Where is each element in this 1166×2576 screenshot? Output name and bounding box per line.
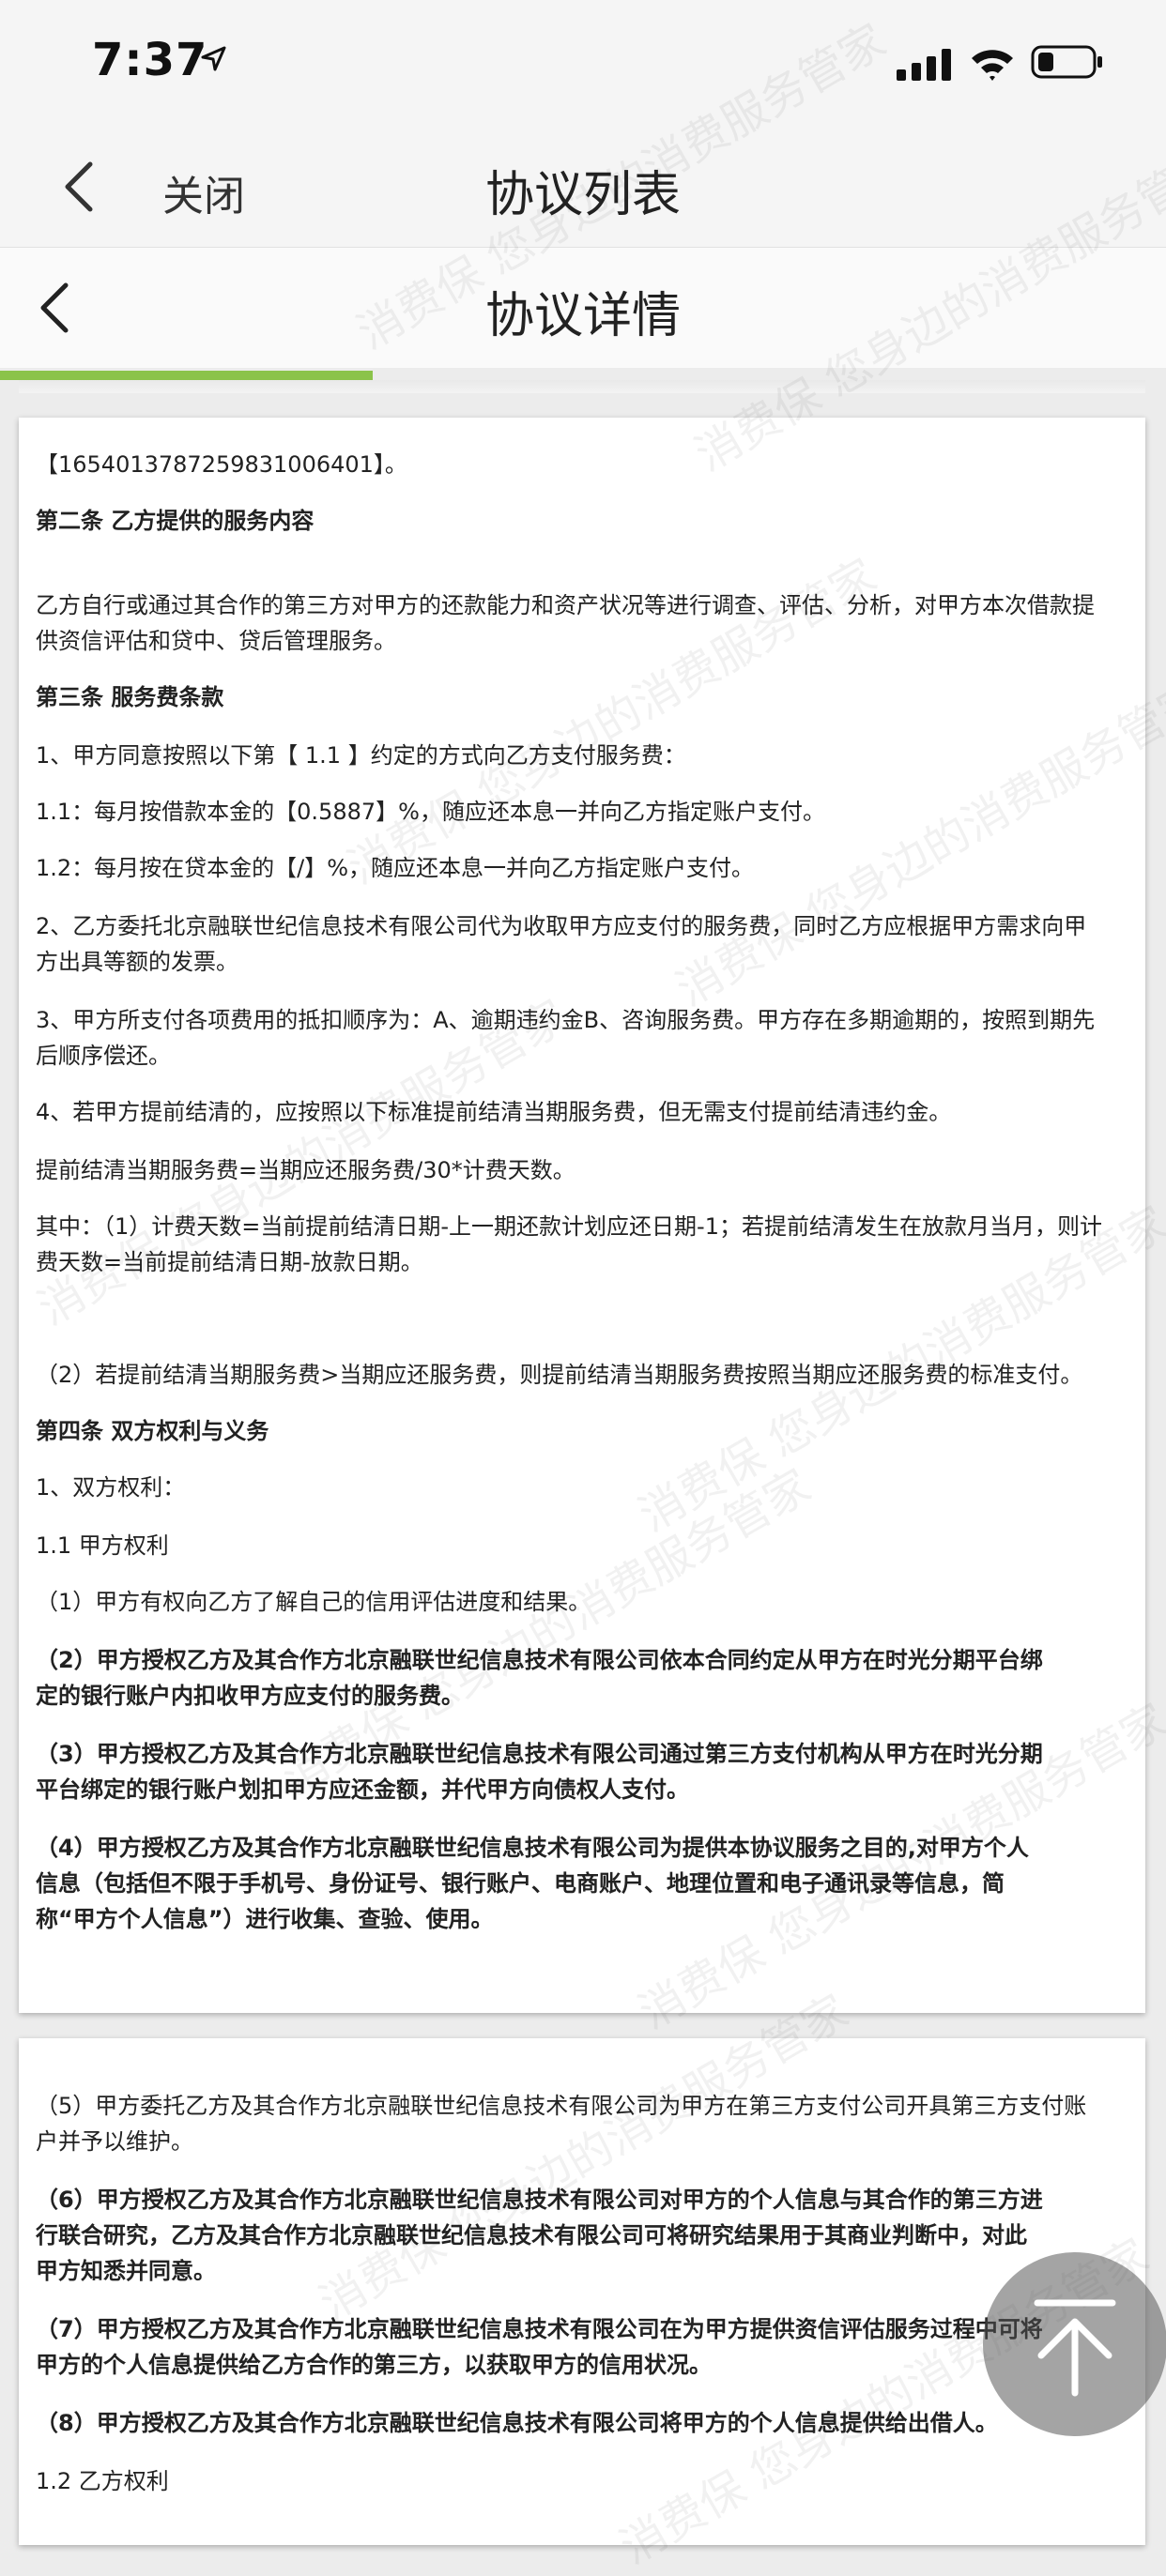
- agreement-line: 其中：（1）计费天数=当前提前结清日期-上一期还款计划应还日期-1；若提前结清发…: [36, 1213, 1102, 1240]
- status-bar: 7:37: [0, 0, 1166, 127]
- agreement-line: 1.1：每月按借款本金的【0.5887】%，随应还本息一并向乙方指定账户支付。: [36, 799, 825, 825]
- detail-nav-bar: 协议详情: [0, 248, 1166, 368]
- agreement-line: 2、乙方委托北京融联世纪信息技术有限公司代为收取甲方应支付的服务费，同时乙方应根…: [36, 913, 1087, 939]
- agreement-line: 信息（包括但不限于手机号、身份证号、银行账户、电商账户、地理位置和电子通讯录等信…: [36, 1870, 1005, 1897]
- loading-progress-bar: [0, 371, 374, 380]
- agreement-line: 平台绑定的银行账户划扣甲方应还金额，并代甲方向债权人支付。: [36, 1776, 689, 1803]
- agreement-line: 费天数=当前提前结清日期-放款日期。: [36, 1249, 423, 1275]
- agreement-line: 第四条 双方权利与义务: [36, 1418, 269, 1444]
- agreement-line: 1.1 甲方权利: [36, 1532, 169, 1559]
- agreement-line: 乙方自行或通过其合作的第三方对甲方的还款能力和资产状况等进行调查、评估、分析，对…: [36, 592, 1095, 618]
- battery-icon: [1031, 45, 1102, 79]
- top-nav-bar: 关闭 协议列表: [0, 127, 1166, 248]
- agreement-line: 1.2 乙方权利: [36, 2468, 169, 2494]
- agreement-line: 户并予以维护。: [36, 2128, 193, 2155]
- agreement-line: （6）甲方授权乙方及其合作方北京融联世纪信息技术有限公司对甲方的个人信息与其合作…: [36, 2187, 1043, 2213]
- cellular-signal-icon: [897, 49, 951, 81]
- agreement-line: 甲方知悉并同意。: [36, 2258, 216, 2284]
- agreement-line: （2）甲方授权乙方及其合作方北京融联世纪信息技术有限公司依本合同约定从甲方在时光…: [36, 1647, 1043, 1673]
- agreement-line: （7）甲方授权乙方及其合作方北京融联世纪信息技术有限公司在为甲方提供资信评估服务…: [36, 2316, 1043, 2342]
- agreement-line: 方出具等额的发票。: [36, 949, 238, 975]
- status-time: 7:37: [92, 34, 208, 86]
- agreement-line: 【1654013787259831006401】。: [36, 451, 407, 478]
- agreement-line: 1、双方权利：: [36, 1474, 186, 1501]
- agreement-line: 第三条 服务费条款: [36, 684, 224, 710]
- scroll-to-top-button[interactable]: [983, 2252, 1166, 2436]
- agreement-line: （5）甲方委托乙方及其合作方北京融联世纪信息技术有限公司为甲方在第三方支付公司开…: [36, 2093, 1087, 2119]
- agreement-line: 行联合研究，乙方及其合作方北京融联世纪信息技术有限公司可将研究结果用于其商业判断…: [36, 2222, 1027, 2248]
- agreement-line: 定的银行账户内扣收甲方应支付的服务费。: [36, 1683, 464, 1709]
- agreement-line: 4、若甲方提前结清的，应按照以下标准提前结清当期服务费，但无需支付提前结清违约金…: [36, 1099, 952, 1125]
- previous-page-edge: [19, 380, 1145, 393]
- agreement-line: 3、甲方所支付各项费用的抵扣顺序为：A、逾期违约金B、咨询服务费。甲方存在多期逾…: [36, 1007, 1096, 1033]
- agreement-page-2: （5）甲方委托乙方及其合作方北京融联世纪信息技术有限公司为甲方在第三方支付公司开…: [19, 2038, 1145, 2545]
- agreement-line: 称“甲方个人信息”）进行收集、查验、使用。: [36, 1906, 494, 1932]
- agreement-line: 第二条 乙方提供的服务内容: [36, 508, 315, 534]
- agreement-line: 甲方的个人信息提供给乙方合作的第三方，以获取甲方的信用状况。: [36, 2352, 712, 2378]
- location-arrow-icon: [201, 46, 226, 71]
- arrow-up-icon: [1034, 2299, 1116, 2397]
- agreement-line: 提前结清当期服务费=当期应还服务费/30*计费天数。: [36, 1157, 575, 1183]
- agreement-line: 1、甲方同意按照以下第【 1.1 】约定的方式向乙方支付服务费：: [36, 742, 686, 769]
- agreement-line: （8）甲方授权乙方及其合作方北京融联世纪信息技术有限公司将甲方的个人信息提供给出…: [36, 2410, 998, 2436]
- agreement-line: 1.2：每月按在贷本金的【/】%，随应还本息一并向乙方指定账户支付。: [36, 855, 755, 881]
- detail-title: 协议详情: [484, 288, 681, 344]
- agreement-line: （4）甲方授权乙方及其合作方北京融联世纪信息技术有限公司为提供本协议服务之目的,…: [36, 1835, 1029, 1861]
- agreement-page-1: 【1654013787259831006401】。 第二条 乙方提供的服务内容乙方…: [19, 418, 1145, 2013]
- back-chevron-icon[interactable]: [56, 159, 103, 215]
- agreement-line: 后顺序偿还。: [36, 1043, 171, 1069]
- close-button[interactable]: 关闭: [162, 162, 245, 222]
- agreement-line: （1）甲方有权向乙方了解自己的信用评估进度和结果。: [36, 1589, 591, 1615]
- agreement-line: （3）甲方授权乙方及其合作方北京融联世纪信息技术有限公司通过第三方支付机构从甲方…: [36, 1741, 1043, 1767]
- agreement-line: 供资信评估和贷中、贷后管理服务。: [36, 628, 396, 654]
- detail-back-chevron-icon[interactable]: [32, 280, 79, 336]
- agreement-line: （2）若提前结清当期服务费>当期应还服务费，则提前结清当期服务费按照当期应还服务…: [36, 1362, 1083, 1388]
- wifi-icon: [972, 50, 1013, 81]
